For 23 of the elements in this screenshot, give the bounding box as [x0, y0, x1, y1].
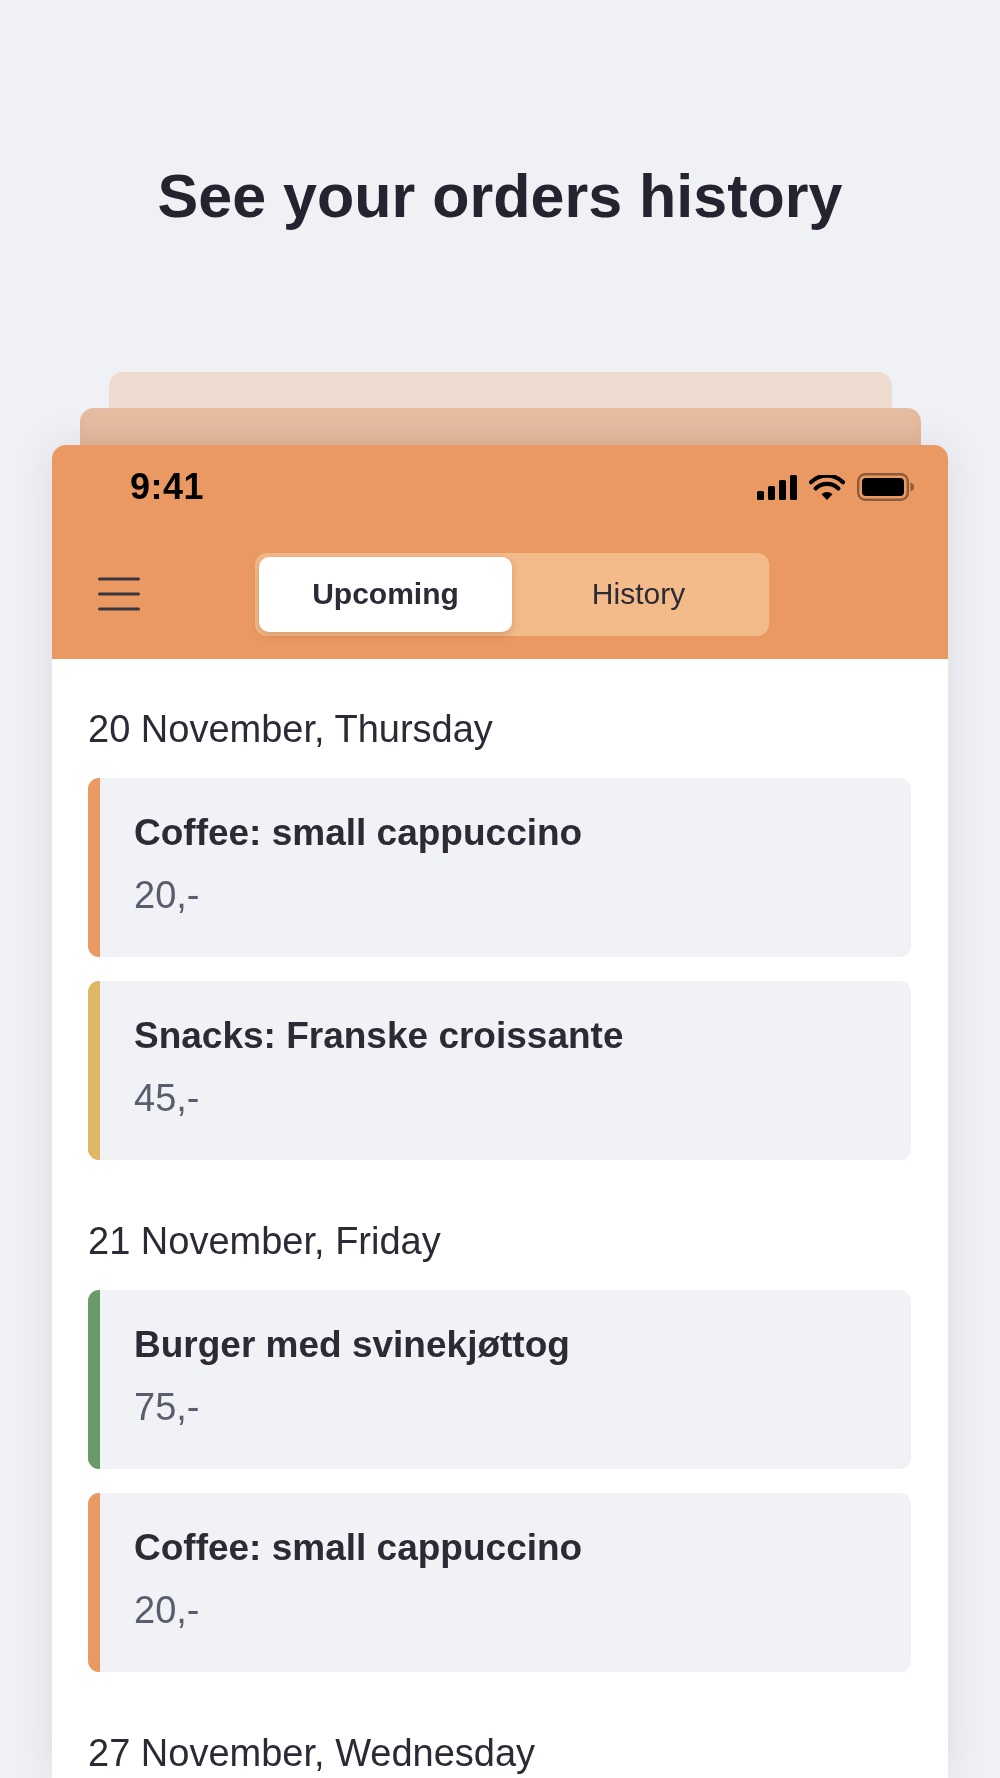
signal-icon [757, 474, 797, 500]
order-price: 75,- [134, 1385, 201, 1429]
menu-icon[interactable] [98, 577, 140, 611]
tab[interactable]: History [512, 556, 765, 632]
order-price: 45,- [134, 1076, 201, 1120]
order-card[interactable]: Coffee: small cappuccino 20,- [88, 778, 911, 957]
order-price: 20,- [134, 873, 201, 917]
date-heading: 21 November, Friday [88, 1222, 442, 1260]
order-card[interactable]: Snacks: Franske croissante 45,- [88, 981, 911, 1160]
order-card[interactable]: Coffee: small cappuccino 20,- [88, 1493, 911, 1672]
date-heading: 27 November, Wednesday [88, 1734, 537, 1772]
order-card[interactable]: Burger med svinekjøttog 75,- [88, 1290, 911, 1469]
order-price: 20,- [134, 1588, 201, 1632]
tab[interactable]: Upcoming [259, 556, 512, 632]
wifi-icon [809, 474, 845, 500]
order-title: Coffee: small cappuccino [134, 1526, 583, 1570]
order-title: Burger med svinekjøttog [134, 1323, 570, 1367]
status-time: 9:41 [130, 466, 205, 508]
battery-icon [857, 473, 914, 501]
date-heading: 20 November, Thursday [88, 710, 494, 748]
order-title: Coffee: small cappuccino [134, 811, 583, 855]
page-headline: See your orders history [157, 161, 843, 232]
order-title: Snacks: Franske croissante [134, 1014, 624, 1058]
